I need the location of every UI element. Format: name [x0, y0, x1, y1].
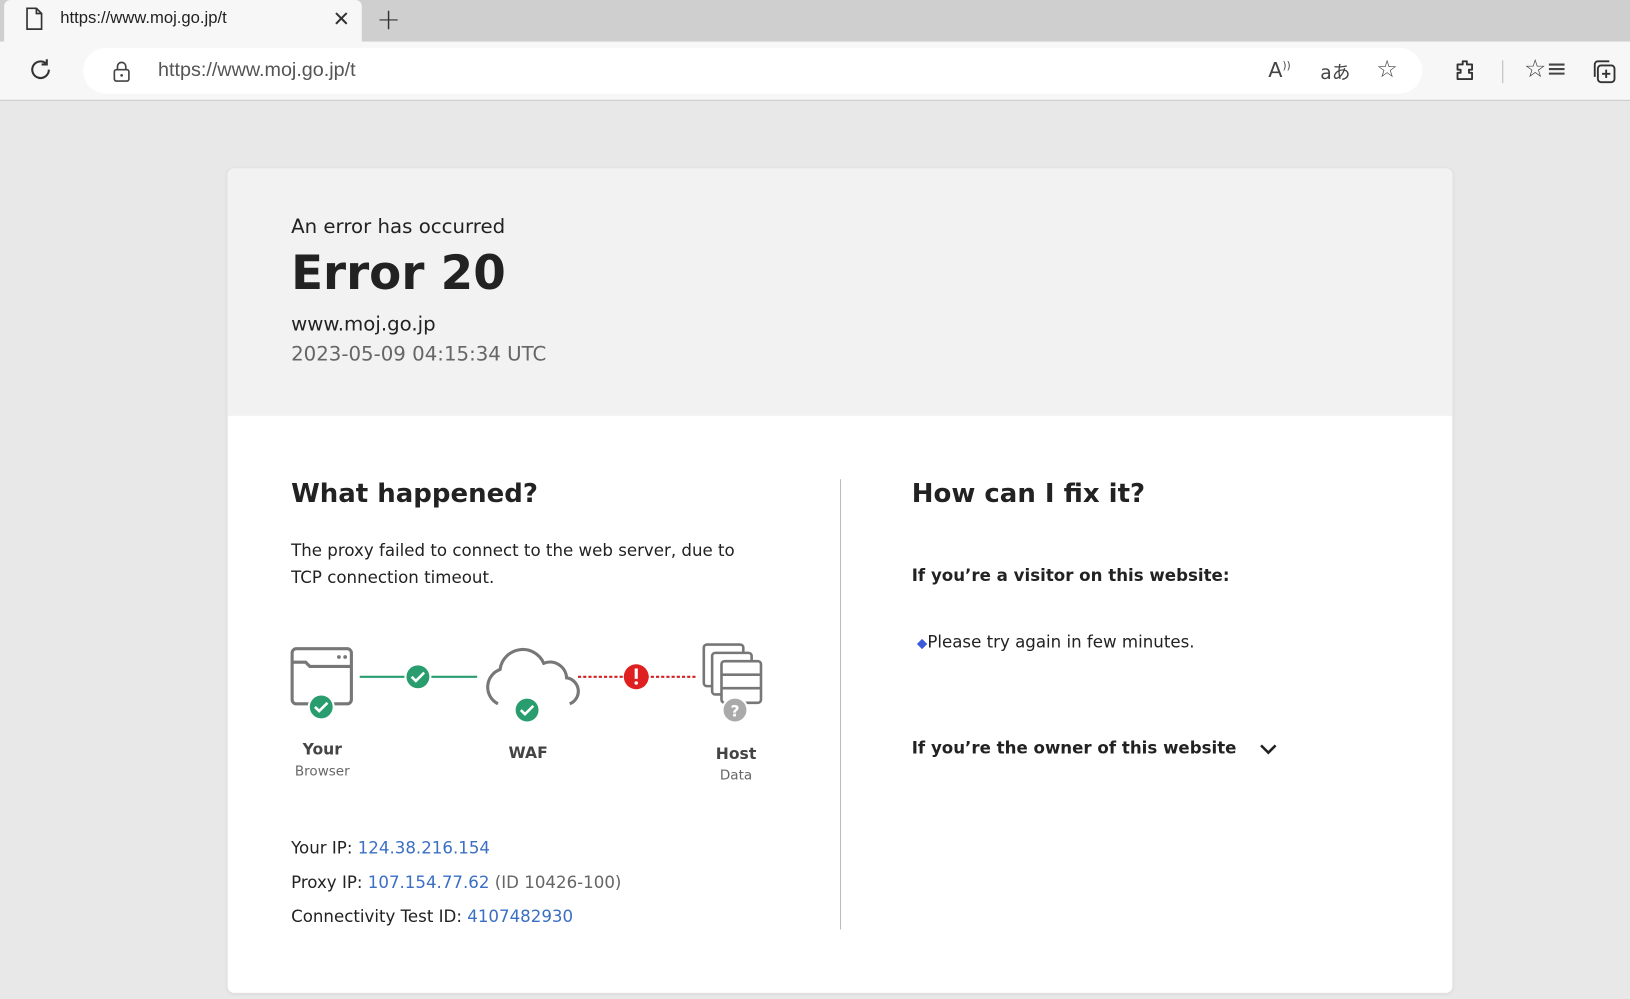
browser-label: Your — [302, 740, 342, 759]
owner-section-toggle[interactable]: If you’re the owner of this website — [912, 738, 1278, 758]
tab-title: https://www.moj.go.jp/t — [60, 9, 227, 28]
column-divider — [839, 479, 842, 930]
proxy-ip-value[interactable]: 107.154.77.62 — [368, 872, 490, 892]
your-ip-value[interactable]: 124.38.216.154 — [358, 838, 490, 858]
proxy-ip-label: Proxy IP: — [291, 872, 368, 892]
fix-title: How can I fix it? — [911, 478, 1146, 509]
lock-icon[interactable] — [112, 60, 131, 83]
proxy-ip-row: Proxy IP: 107.154.77.62 (ID 10426-100) — [291, 869, 621, 896]
owner-heading: If you’re the owner of this website — [911, 738, 1237, 758]
tab-active[interactable]: https://www.moj.go.jp/t ✕ — [4, 0, 362, 43]
waf-label: WAF — [508, 743, 548, 763]
reload-icon[interactable] — [27, 56, 54, 83]
close-icon[interactable]: ✕ — [333, 6, 350, 31]
error-timestamp: 2023-05-09 04:15:34 UTC — [291, 343, 547, 366]
url-text[interactable]: https://www.moj.go.jp/t — [158, 59, 356, 82]
collections-icon[interactable] — [1591, 58, 1618, 85]
visitor-tip: ◆Please try again in few minutes. — [917, 629, 1195, 658]
test-id-label: Connectivity Test ID: — [291, 906, 468, 927]
svg-text:?: ? — [730, 702, 739, 720]
chevron-down-icon[interactable] — [1259, 743, 1278, 755]
what-happened-description: The proxy failed to connect to the web s… — [291, 540, 735, 588]
favorites-icon[interactable]: ☆≡ — [1524, 54, 1567, 83]
browser-sublabel: Browser — [294, 764, 350, 780]
new-tab-icon[interactable]: + — [376, 2, 400, 36]
translate-icon[interactable]: aあ — [1320, 58, 1350, 85]
address-bar[interactable]: https://www.moj.go.jp/t A)) aあ ☆ — [83, 47, 1423, 94]
proxy-id: (ID 10426-100) — [494, 872, 622, 892]
connection-diagram: ? — [290, 643, 763, 724]
tab-strip: https://www.moj.go.jp/t ✕ + — [0, 0, 1630, 43]
error-code: Error 20 — [291, 245, 506, 301]
error-alert-icon — [623, 664, 649, 690]
read-aloud-icon[interactable]: A)) — [1268, 57, 1290, 82]
test-id-value[interactable]: 4107482930 — [467, 907, 573, 927]
cloud-icon — [486, 647, 580, 706]
add-favorite-icon[interactable]: ☆ — [1376, 56, 1397, 83]
error-subtitle: An error has occurred — [291, 215, 506, 239]
visitor-tip-text: Please try again in few minutes. — [927, 632, 1195, 652]
your-ip-label: Your IP: — [291, 837, 358, 858]
toolbar: https://www.moj.go.jp/t A)) aあ ☆ ☆≡ — [0, 41, 1630, 101]
host-unknown-icon: ? — [721, 696, 749, 724]
host-sublabel: Data — [719, 768, 753, 784]
error-domain: www.moj.go.jp — [291, 312, 436, 336]
waf-check-icon — [513, 696, 541, 724]
document-icon — [26, 7, 43, 30]
error-card: An error has occurred Error 20 www.moj.g… — [227, 168, 1453, 993]
visitor-heading: If you’re a visitor on this website: — [911, 565, 1230, 586]
test-id-row: Connectivity Test ID: 4107482930 — [291, 903, 573, 930]
your-ip-row: Your IP: 124.38.216.154 — [291, 835, 490, 862]
what-happened-title: What happened? — [291, 478, 538, 509]
toolbar-divider — [1502, 60, 1504, 84]
extensions-icon[interactable] — [1453, 58, 1478, 83]
bullet-diamond-icon: ◆ — [916, 636, 928, 652]
browser-check-icon — [307, 693, 335, 721]
link-check-icon — [404, 663, 432, 691]
server-icon — [702, 643, 763, 705]
host-label: Host — [715, 744, 757, 764]
error-header: An error has occurred Error 20 www.moj.g… — [227, 168, 1453, 416]
